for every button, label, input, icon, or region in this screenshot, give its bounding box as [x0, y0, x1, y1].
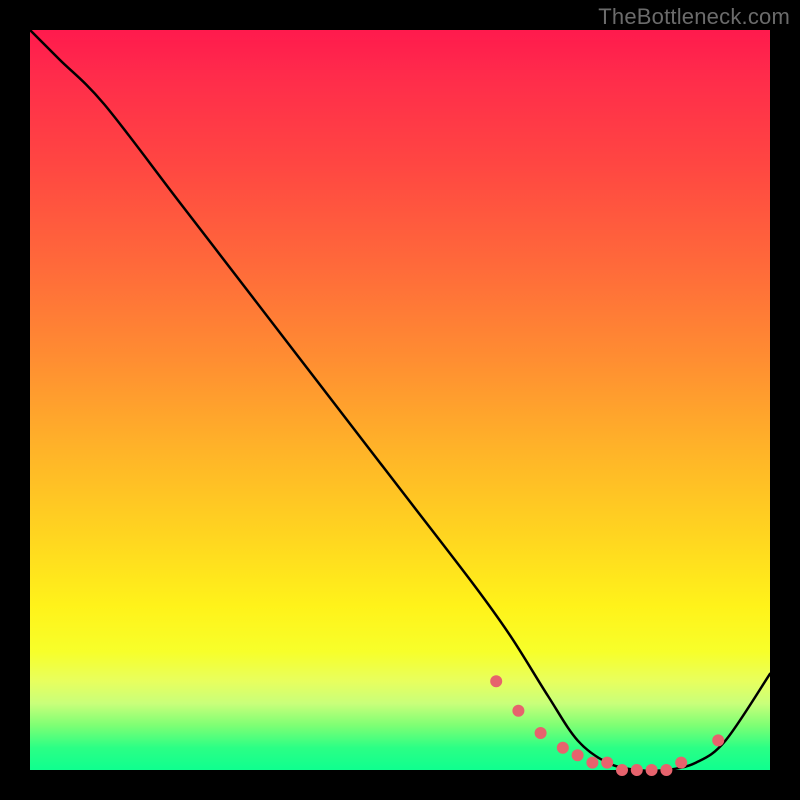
chart-frame: TheBottleneck.com [0, 0, 800, 800]
marker-dot [712, 734, 724, 746]
curve-markers [490, 675, 724, 776]
marker-dot [616, 764, 628, 776]
marker-dot [646, 764, 658, 776]
marker-dot [631, 764, 643, 776]
watermark-text: TheBottleneck.com [598, 4, 790, 30]
marker-dot [601, 757, 613, 769]
marker-dot [660, 764, 672, 776]
marker-dot [535, 727, 547, 739]
marker-dot [512, 705, 524, 717]
plot-area [30, 30, 770, 770]
bottleneck-curve [30, 30, 770, 771]
marker-dot [586, 757, 598, 769]
curve-layer [30, 30, 770, 770]
marker-dot [572, 749, 584, 761]
marker-dot [675, 757, 687, 769]
marker-dot [557, 742, 569, 754]
marker-dot [490, 675, 502, 687]
